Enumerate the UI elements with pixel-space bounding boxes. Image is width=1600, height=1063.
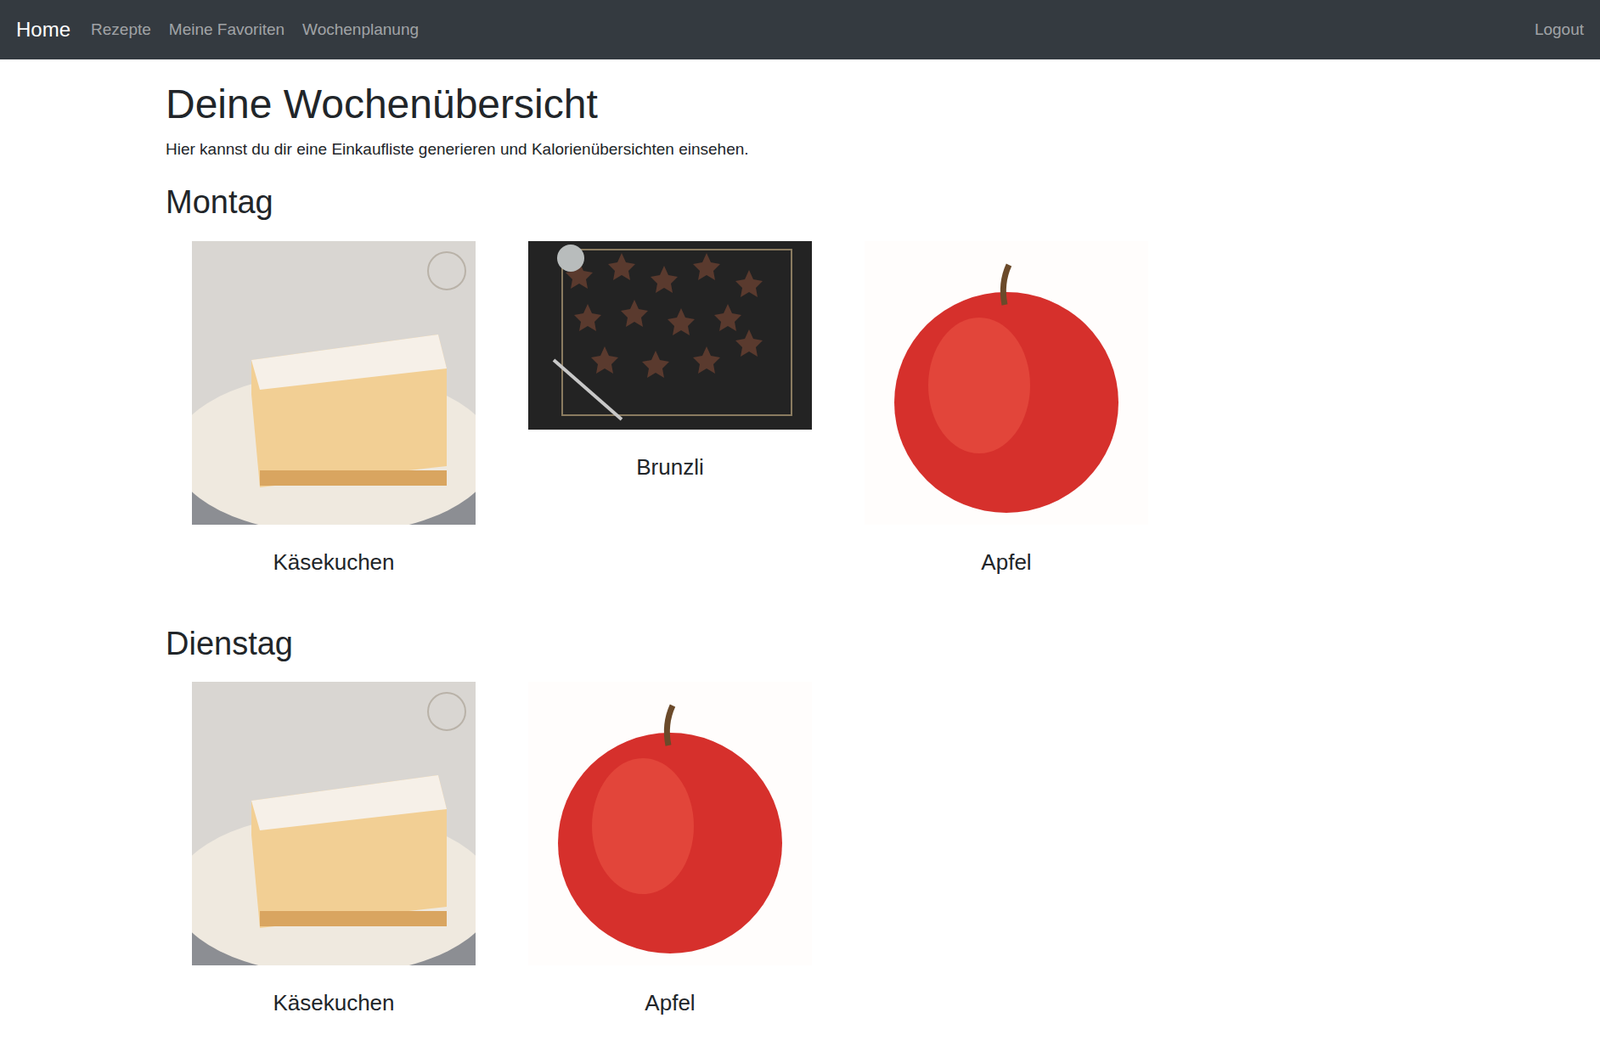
cake-photo-icon xyxy=(191,681,476,966)
logout-link[interactable]: Logout xyxy=(1534,20,1584,40)
day-section: Dienstag Käsekuchen Apfel xyxy=(165,625,1567,1021)
recipe-name: Brunzli xyxy=(636,450,704,485)
nav-link[interactable]: Meine Favoriten xyxy=(169,20,294,40)
recipe-card[interactable]: Käsekuchen xyxy=(165,681,502,1020)
recipe-card[interactable]: Apfel xyxy=(501,681,839,1020)
cake-photo-icon xyxy=(191,241,476,525)
day-section: Montag Käsekuchen Brunzli Apfel xyxy=(165,183,1567,580)
recipe-list: Käsekuchen Brunzli Apfel xyxy=(165,241,1567,580)
main-content: Deine Wochenübersicht Hier kannst du dir … xyxy=(0,59,1600,1054)
nav-link[interactable]: Wochenplanung xyxy=(302,20,429,40)
recipe-card[interactable]: Apfel xyxy=(838,241,1175,580)
recipe-list: Käsekuchen Apfel xyxy=(165,681,1567,1020)
navbar: Home Rezepte Meine Favoriten Wochenplanung L… xyxy=(0,0,1600,60)
recipe-card[interactable]: Brunzli xyxy=(501,241,839,485)
recipe-card[interactable]: Käsekuchen xyxy=(165,241,502,580)
page-title: Deine Wochenübersicht xyxy=(165,79,1567,130)
recipe-name: Apfel xyxy=(644,986,695,1020)
page-intro: Hier kannst du dir eine Einkaufliste gen… xyxy=(165,137,1567,163)
day-title: Montag xyxy=(165,183,1567,223)
apple-photo-icon xyxy=(864,241,1149,525)
recipe-name: Apfel xyxy=(980,546,1031,580)
home-link[interactable]: Home xyxy=(16,17,71,42)
page: Home Rezepte Meine Favoriten Wochenplanung L… xyxy=(0,0,1600,1063)
cookies-photo-icon xyxy=(528,241,812,430)
recipe-name: Käsekuchen xyxy=(272,986,395,1020)
apple-photo-icon xyxy=(528,681,812,966)
recipe-name: Käsekuchen xyxy=(272,546,395,580)
nav-link[interactable]: Rezepte xyxy=(90,20,161,40)
day-title: Dienstag xyxy=(165,625,1567,665)
